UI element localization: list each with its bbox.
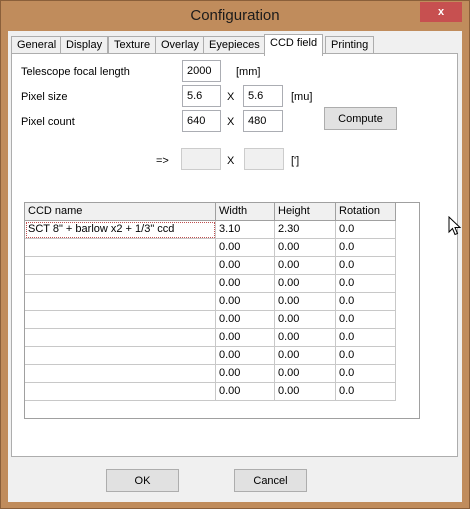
width-cell[interactable]: 0.00 <box>216 365 275 383</box>
height-cell[interactable]: 0.00 <box>275 347 336 365</box>
grid-header-row: CCD name Width Height Rotation <box>25 203 396 221</box>
ok-button[interactable]: OK <box>106 469 179 492</box>
table-row: 0.00 0.00 0.0 <box>25 239 396 257</box>
ccd-name-cell[interactable] <box>25 383 216 401</box>
column-header-width[interactable]: Width <box>216 203 275 221</box>
table-row: 0.00 0.00 0.0 <box>25 329 396 347</box>
height-cell[interactable]: 0.00 <box>275 311 336 329</box>
pixel-count-label: Pixel count <box>21 116 75 128</box>
width-cell[interactable]: 0.00 <box>216 347 275 365</box>
column-header-height[interactable]: Height <box>275 203 336 221</box>
rotation-cell[interactable]: 0.0 <box>336 383 396 401</box>
result-times: X <box>227 155 235 167</box>
height-cell[interactable]: 0.00 <box>275 293 336 311</box>
ccd-name-cell[interactable] <box>25 275 216 293</box>
tab-ccd-field[interactable]: CCD field <box>264 34 324 56</box>
rotation-cell[interactable]: 0.0 <box>336 347 396 365</box>
compute-button[interactable]: Compute <box>324 107 397 130</box>
column-header-ccd-name[interactable]: CCD name <box>25 203 216 221</box>
width-cell[interactable]: 0.00 <box>216 311 275 329</box>
result-y-field <box>244 148 284 170</box>
table-row: 0.00 0.00 0.0 <box>25 347 396 365</box>
focal-length-unit: [mm] <box>236 66 261 78</box>
focal-length-label: Telescope focal length <box>21 66 130 78</box>
cancel-button[interactable]: Cancel <box>234 469 307 492</box>
height-cell[interactable]: 0.00 <box>275 239 336 257</box>
window-title: Configuration <box>190 7 280 24</box>
pixel-count-times: X <box>227 116 235 128</box>
ccd-name-cell[interactable] <box>25 329 216 347</box>
height-cell[interactable]: 2.30 <box>275 221 336 239</box>
focal-length-input[interactable] <box>182 60 221 82</box>
configuration-window: Configuration x General Display Texture … <box>0 0 470 509</box>
ccd-name-cell[interactable] <box>25 257 216 275</box>
result-x-field <box>181 148 221 170</box>
rotation-cell[interactable]: 0.0 <box>336 275 396 293</box>
table-row: 0.00 0.00 0.0 <box>25 383 396 401</box>
rotation-cell[interactable]: 0.0 <box>336 221 396 239</box>
pixel-count-x-input[interactable] <box>182 110 221 132</box>
close-button[interactable]: x <box>420 2 462 22</box>
rotation-cell[interactable]: 0.0 <box>336 239 396 257</box>
width-cell[interactable]: 0.00 <box>216 239 275 257</box>
pixel-size-times: X <box>227 91 235 103</box>
table-row: 0.00 0.00 0.0 <box>25 311 396 329</box>
result-unit: ['] <box>291 155 300 167</box>
rotation-cell[interactable]: 0.0 <box>336 365 396 383</box>
pixel-count-y-input[interactable] <box>243 110 283 132</box>
ccd-name-cell[interactable]: SCT 8" + barlow x2 + 1/3" ccd <box>25 221 216 239</box>
width-cell[interactable]: 0.00 <box>216 275 275 293</box>
width-cell[interactable]: 0.00 <box>216 257 275 275</box>
height-cell[interactable]: 0.00 <box>275 365 336 383</box>
ccd-name-cell[interactable] <box>25 239 216 257</box>
rotation-cell[interactable]: 0.0 <box>336 257 396 275</box>
table-row: 0.00 0.00 0.0 <box>25 275 396 293</box>
table-row: 0.00 0.00 0.0 <box>25 365 396 383</box>
ccd-name-cell[interactable] <box>25 293 216 311</box>
close-icon: x <box>437 6 445 18</box>
table-row: 0.00 0.00 0.0 <box>25 257 396 275</box>
table-row: 0.00 0.00 0.0 <box>25 293 396 311</box>
pixel-size-y-input[interactable] <box>243 85 283 107</box>
rotation-cell[interactable]: 0.0 <box>336 329 396 347</box>
height-cell[interactable]: 0.00 <box>275 383 336 401</box>
mouse-cursor-icon <box>448 216 462 236</box>
height-cell[interactable]: 0.00 <box>275 329 336 347</box>
ccd-name-cell[interactable] <box>25 365 216 383</box>
pixel-size-unit: [mu] <box>291 91 313 103</box>
pixel-size-label: Pixel size <box>21 91 68 103</box>
width-cell[interactable]: 0.00 <box>216 293 275 311</box>
ccd-field-panel: Telescope focal length [mm] Pixel size X… <box>11 53 458 457</box>
height-cell[interactable]: 0.00 <box>275 257 336 275</box>
width-cell[interactable]: 0.00 <box>216 329 275 347</box>
dialog-client-area: General Display Texture Overlay Eyepiece… <box>8 31 462 502</box>
title-bar[interactable]: Configuration x <box>1 1 469 31</box>
ccd-grid[interactable]: CCD name Width Height Rotation SCT 8" + … <box>24 202 420 419</box>
pixel-size-x-input[interactable] <box>182 85 221 107</box>
column-header-rotation[interactable]: Rotation <box>336 203 396 221</box>
ccd-name-cell[interactable] <box>25 311 216 329</box>
width-cell[interactable]: 3.10 <box>216 221 275 239</box>
ccd-name-cell[interactable] <box>25 347 216 365</box>
table-row: SCT 8" + barlow x2 + 1/3" ccd 3.10 2.30 … <box>25 221 396 239</box>
result-arrow: => <box>156 155 169 167</box>
width-cell[interactable]: 0.00 <box>216 383 275 401</box>
rotation-cell[interactable]: 0.0 <box>336 293 396 311</box>
height-cell[interactable]: 0.00 <box>275 275 336 293</box>
rotation-cell[interactable]: 0.0 <box>336 311 396 329</box>
